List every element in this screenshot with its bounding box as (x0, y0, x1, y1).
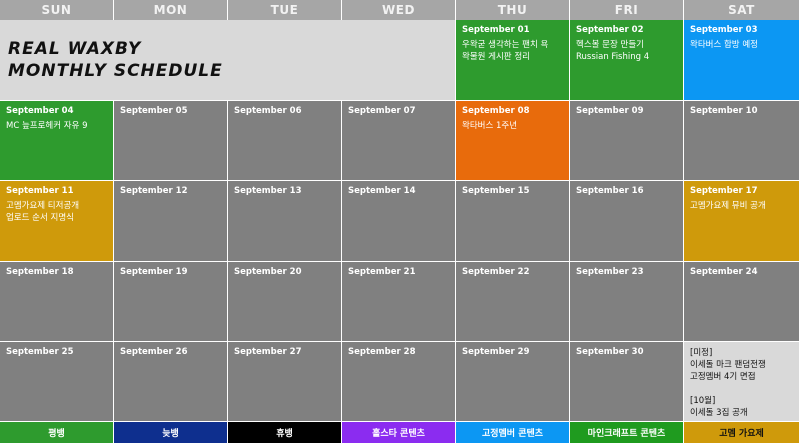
legend-gomem-festival: 고멤 가요제 (684, 422, 800, 443)
legend-collab-content: 홀스타 콘텐츠 (342, 422, 456, 443)
legend-normal-stream: 평뱅 (0, 422, 114, 443)
day-date: September 11 (6, 186, 74, 196)
day-cell-sep06[interactable]: September 06 (228, 101, 342, 181)
day-date: September 09 (576, 106, 644, 116)
day-cell-sep29[interactable]: September 29 (456, 342, 570, 422)
weekday-fri: FRI (570, 0, 684, 20)
title-line-1: REAL WAXBY (8, 39, 142, 59)
day-date: September 14 (348, 186, 416, 196)
notes-text: [미정] 이세돌 마크 팬덤전쟁 고정멤버 4기 면접 [10월] 이세돌 3집… (690, 348, 766, 418)
day-date: September 21 (348, 267, 416, 277)
day-cell-sep16[interactable]: September 16 (570, 181, 684, 262)
day-date: September 26 (120, 347, 188, 357)
schedule-title: REAL WAXBY MONTHLY SCHEDULE (0, 20, 456, 101)
day-cell-sep09[interactable]: September 09 (570, 101, 684, 181)
day-cell-sep10[interactable]: September 10 (684, 101, 800, 181)
day-cell-sep24[interactable]: September 24 (684, 262, 800, 342)
day-cell-sep18[interactable]: September 18 (0, 262, 114, 342)
day-event: 고멤가요제 뮤비 공개 (690, 201, 766, 211)
day-event: 우왁굳 생각하는 팬치 욕 왁물원 게시판 정리 (462, 40, 549, 62)
day-date: September 04 (6, 106, 74, 116)
monthly-calendar: SUN MON TUE WED THU FRI SAT REAL WAXBY M… (0, 0, 800, 443)
legend-day-off: 휴뱅 (228, 422, 342, 443)
day-cell-sep08[interactable]: September 08 왁타버스 1주년 (456, 101, 570, 181)
title-line-2: MONTHLY SCHEDULE (8, 61, 223, 81)
weekday-tue: TUE (228, 0, 342, 20)
weekday-mon: MON (114, 0, 228, 20)
day-date: September 13 (234, 186, 302, 196)
legend-minecraft-content: 마인크래프트 콘텐츠 (570, 422, 684, 443)
day-event: 왁타버스 합방 예정 (690, 40, 758, 50)
day-date: September 18 (6, 267, 74, 277)
day-date: September 06 (234, 106, 302, 116)
day-date: September 01 (462, 25, 530, 35)
day-event: 왁타버스 1주년 (462, 121, 518, 131)
day-date: September 16 (576, 186, 644, 196)
day-date: September 07 (348, 106, 416, 116)
weekday-sun: SUN (0, 0, 114, 20)
day-cell-sep26[interactable]: September 26 (114, 342, 228, 422)
day-date: September 25 (6, 347, 74, 357)
day-cell-sep17[interactable]: September 17 고멤가요제 뮤비 공개 (684, 181, 800, 262)
day-cell-sep11[interactable]: September 11 고멤가요제 티저공개 업로드 순서 지명식 (0, 181, 114, 262)
day-event: 헥스볼 문장 만들기 Russian Fishing 4 (576, 40, 650, 62)
day-cell-sep20[interactable]: September 20 (228, 262, 342, 342)
day-date: September 02 (576, 25, 644, 35)
upcoming-notes: [미정] 이세돌 마크 팬덤전쟁 고정멤버 4기 면접 [10월] 이세돌 3집… (684, 342, 800, 422)
day-cell-sep30[interactable]: September 30 (570, 342, 684, 422)
day-cell-sep21[interactable]: September 21 (342, 262, 456, 342)
day-cell-sep27[interactable]: September 27 (228, 342, 342, 422)
day-cell-sep19[interactable]: September 19 (114, 262, 228, 342)
legend-fixed-member-content: 고정멤버 콘텐츠 (456, 422, 570, 443)
day-date: September 28 (348, 347, 416, 357)
day-cell-sep13[interactable]: September 13 (228, 181, 342, 262)
day-date: September 23 (576, 267, 644, 277)
day-date: September 12 (120, 186, 188, 196)
day-date: September 19 (120, 267, 188, 277)
day-cell-sep04[interactable]: September 04 MC 늪프로헤커 자유 9 (0, 101, 114, 181)
day-date: September 15 (462, 186, 530, 196)
day-cell-sep15[interactable]: September 15 (456, 181, 570, 262)
weekday-wed: WED (342, 0, 456, 20)
day-date: September 27 (234, 347, 302, 357)
day-date: September 03 (690, 25, 758, 35)
day-cell-sep28[interactable]: September 28 (342, 342, 456, 422)
day-cell-sep07[interactable]: September 07 (342, 101, 456, 181)
day-date: September 05 (120, 106, 188, 116)
day-date: September 10 (690, 106, 758, 116)
day-cell-sep05[interactable]: September 05 (114, 101, 228, 181)
day-date: September 17 (690, 186, 758, 196)
day-cell-sep12[interactable]: September 12 (114, 181, 228, 262)
day-date: September 29 (462, 347, 530, 357)
day-event: 고멤가요제 티저공개 업로드 순서 지명식 (6, 201, 80, 223)
day-date: September 20 (234, 267, 302, 277)
day-cell-sep02[interactable]: September 02 헥스볼 문장 만들기 Russian Fishing … (570, 20, 684, 101)
day-date: September 30 (576, 347, 644, 357)
weekday-sat: SAT (684, 0, 800, 20)
day-cell-sep22[interactable]: September 22 (456, 262, 570, 342)
day-event: MC 늪프로헤커 자유 9 (6, 121, 88, 131)
day-cell-sep03[interactable]: September 03 왁타버스 합방 예정 (684, 20, 800, 101)
day-cell-sep14[interactable]: September 14 (342, 181, 456, 262)
day-cell-sep23[interactable]: September 23 (570, 262, 684, 342)
day-cell-sep25[interactable]: September 25 (0, 342, 114, 422)
day-date: September 22 (462, 267, 530, 277)
day-date: September 08 (462, 106, 530, 116)
legend-late-stream: 늦뱅 (114, 422, 228, 443)
weekday-thu: THU (456, 0, 570, 20)
day-date: September 24 (690, 267, 758, 277)
day-cell-sep01[interactable]: September 01 우왁굳 생각하는 팬치 욕 왁물원 게시판 정리 (456, 20, 570, 101)
